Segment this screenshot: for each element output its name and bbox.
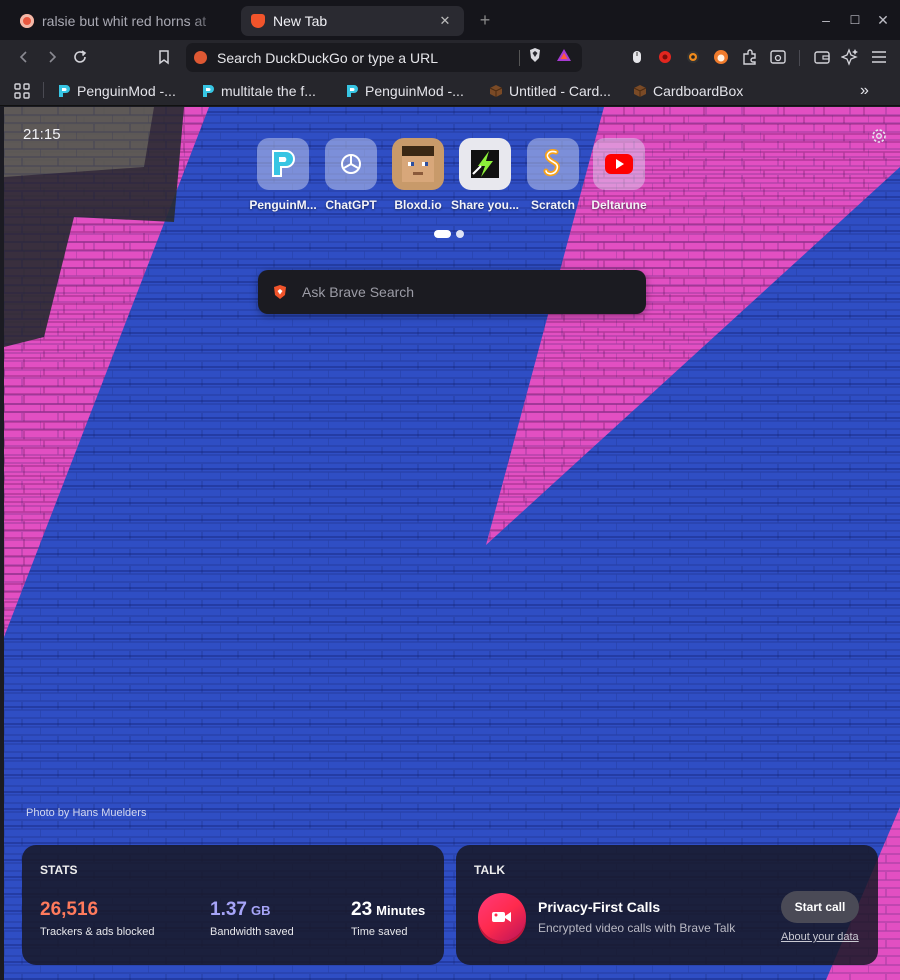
stats-title: STATS	[40, 863, 78, 877]
top-site-tile[interactable]: ChatGPT	[316, 138, 386, 212]
youtube-icon	[593, 138, 645, 190]
cardboard-box-icon	[633, 85, 647, 97]
duckduckgo-icon	[194, 51, 207, 64]
maximize-button[interactable]: ☐	[845, 10, 865, 30]
top-site-name: PenguinM...	[249, 198, 317, 212]
penguinmod-icon	[347, 85, 358, 97]
tab-ralsie[interactable]: ralsie but whit red horns at	[10, 6, 236, 36]
top-site-tile[interactable]: PenguinM...	[248, 138, 318, 212]
time-unit: Minutes	[376, 903, 426, 918]
brave-search-input[interactable]	[302, 284, 622, 300]
brave-lion-icon	[251, 14, 265, 28]
top-site-name: ChatGPT	[325, 198, 377, 212]
close-window-button[interactable]: ✕	[873, 10, 893, 30]
adblock-extension-icon[interactable]	[654, 46, 676, 68]
top-site-name: Share you...	[450, 198, 520, 212]
toolbar: Search DuckDuckGo or type a URL	[0, 40, 900, 74]
top-site-tile[interactable]: Scratch	[518, 138, 588, 212]
about-your-data-link[interactable]: About your data	[781, 931, 859, 943]
brave-search-box[interactable]	[258, 270, 646, 314]
bandwidth-label: Bandwidth saved	[210, 926, 294, 938]
penguinmod-icon	[59, 85, 70, 97]
bandwidth-stat: 1.37 GB Bandwidth saved	[210, 899, 294, 938]
brave-rewards-icon[interactable]	[556, 48, 572, 67]
bookmark-label: PenguinMod -...	[77, 83, 176, 99]
brave-search-icon	[274, 285, 286, 299]
more-bookmarks-icon[interactable]: »	[860, 81, 869, 101]
top-site-name: Bloxd.io	[394, 198, 442, 212]
tab-new-tab[interactable]: New Tab ✕	[241, 6, 464, 36]
talk-card: TALK Privacy-First Calls Encrypted video…	[456, 845, 878, 965]
brave-favicon-icon	[20, 14, 34, 28]
reload-icon[interactable]	[69, 46, 91, 68]
menu-icon[interactable]	[868, 46, 890, 68]
cat-extension-icon[interactable]	[710, 46, 732, 68]
clock: 21:15	[23, 126, 61, 143]
talk-subtitle: Encrypted video calls with Brave Talk	[538, 921, 736, 935]
address-bar[interactable]: Search DuckDuckGo or type a URL	[186, 43, 582, 72]
bookmark-item[interactable]: PenguinMod -...	[345, 81, 464, 101]
stats-card: STATS 26,516 Trackers & ads blocked 1.37…	[22, 845, 444, 965]
trackers-stat: 26,516 Trackers & ads blocked	[40, 899, 155, 938]
talk-title: TALK	[474, 863, 506, 877]
minimize-button[interactable]: –	[816, 10, 836, 30]
address-divider	[519, 49, 520, 66]
bookmark-item[interactable]: multitale the f...	[201, 81, 316, 101]
apps-grid-icon[interactable]	[13, 81, 31, 101]
bandwidth-value: 1.37	[210, 899, 247, 920]
close-tab-icon[interactable]: ✕	[436, 12, 454, 30]
leo-ai-icon[interactable]	[839, 46, 861, 68]
top-site-tile[interactable]: Share you...	[450, 138, 520, 212]
pager-dot-active[interactable]	[434, 230, 451, 238]
new-tab-button[interactable]: +	[475, 9, 495, 31]
pager-dot[interactable]	[456, 230, 464, 238]
bookmark-icon[interactable]	[153, 46, 175, 68]
trackers-label: Trackers & ads blocked	[40, 926, 155, 938]
back-icon[interactable]	[13, 46, 35, 68]
toolbar-separator	[799, 50, 800, 66]
wallet-icon[interactable]	[811, 46, 833, 68]
time-value: 23	[351, 899, 373, 920]
talk-heading: Privacy-First Calls	[538, 899, 661, 915]
bookmark-label: multitale the f...	[221, 83, 316, 99]
bandwidth-unit: GB	[250, 903, 271, 918]
tab-strip: ralsie but whit red horns at New Tab ✕ +…	[0, 0, 900, 40]
mouse-extension-icon[interactable]	[626, 46, 648, 68]
photo-credit[interactable]: Photo by Hans Muelders	[26, 807, 146, 819]
penguinmod-icon	[203, 85, 214, 97]
bookmark-item[interactable]: PenguinMod -...	[57, 81, 176, 101]
cardboard-box-icon	[489, 85, 503, 97]
bookmark-item[interactable]: CardboardBox	[633, 81, 743, 101]
new-tab-page: 21:15 PenguinM... ChatGPT Bloxd.io Share…	[4, 107, 900, 980]
brave-shields-icon[interactable]	[528, 47, 542, 68]
video-camera-icon	[478, 893, 526, 941]
reader-mode-icon[interactable]	[767, 46, 789, 68]
top-site-tile[interactable]: Bloxd.io	[383, 138, 453, 212]
record-extension-icon[interactable]	[682, 46, 704, 68]
settings-gear-icon[interactable]	[870, 127, 888, 145]
time-stat: 23 Minutes Time saved	[351, 899, 425, 938]
bookmarks-bar: PenguinMod -... multitale the f... Pengu…	[0, 74, 900, 106]
penguinmod-icon	[257, 138, 309, 190]
tab-title: ralsie but whit red horns at	[42, 13, 207, 29]
time-label: Time saved	[351, 926, 408, 938]
start-call-button[interactable]: Start call	[781, 891, 859, 923]
chatgpt-icon	[325, 138, 377, 190]
bookmark-item[interactable]: Untitled - Card...	[489, 81, 611, 101]
bloxd-icon	[392, 138, 444, 190]
top-site-tile[interactable]: Deltarune	[584, 138, 654, 212]
trackers-value: 26,516	[40, 899, 99, 920]
tab-title: New Tab	[273, 13, 328, 29]
forward-icon[interactable]	[41, 46, 63, 68]
top-site-name: Deltarune	[591, 198, 647, 212]
share-lightning-icon	[459, 138, 511, 190]
bookmark-label: PenguinMod -...	[365, 83, 464, 99]
extensions-puzzle-icon[interactable]	[739, 46, 761, 68]
top-site-name: Scratch	[530, 198, 576, 212]
bookmarks-separator	[43, 82, 44, 98]
address-bar-placeholder: Search DuckDuckGo or type a URL	[217, 49, 438, 66]
scratch-icon	[527, 138, 579, 190]
bookmark-label: CardboardBox	[653, 83, 744, 99]
bookmark-label: Untitled - Card...	[509, 83, 611, 99]
